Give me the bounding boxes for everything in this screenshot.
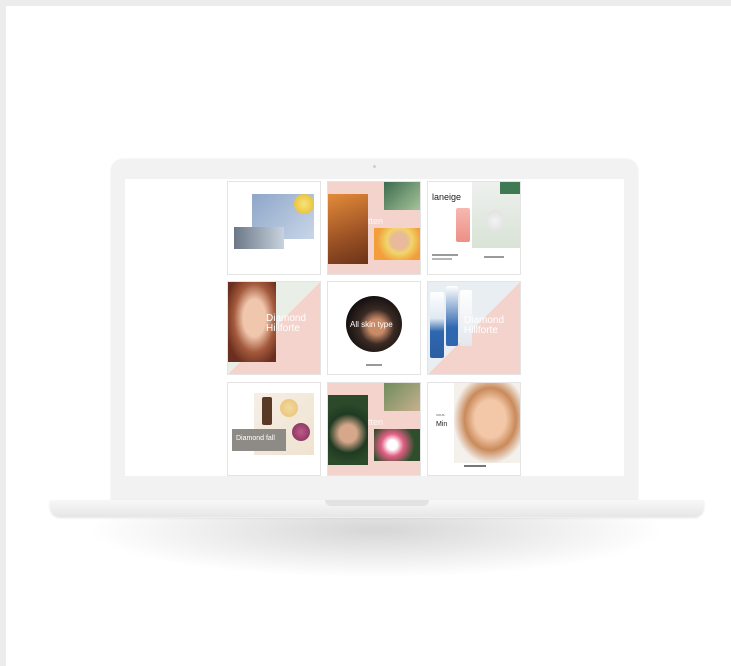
photo-lemon <box>294 194 314 214</box>
product-mockup-scene: tten laneige Diamond Hillforte All skin … <box>6 6 731 666</box>
laptop-screen: tten laneige Diamond Hillforte All skin … <box>125 179 624 476</box>
tile-5-title: All skin type <box>350 320 393 329</box>
photo-face-flowers <box>328 395 368 465</box>
post-tile-3[interactable]: laneige <box>428 182 520 274</box>
camera-dot-icon <box>373 165 376 168</box>
post-tile-1[interactable] <box>228 182 320 274</box>
tile-9-kicker: VOUS <box>436 413 445 417</box>
photo-smiling-woman <box>454 383 520 463</box>
tile-5-copy-line <box>366 364 382 366</box>
post-tile-9[interactable]: VOUS Min <box>428 383 520 475</box>
photo-blossoms <box>374 429 420 461</box>
post-tile-2[interactable]: tten <box>328 182 420 274</box>
tile-7-title: Diamond fall <box>236 435 275 442</box>
tile-6-title: Diamond Hillforte <box>464 315 505 336</box>
photo-dropper-bottle <box>262 397 272 425</box>
instagram-post-grid: tten laneige Diamond Hillforte All skin … <box>228 182 524 476</box>
post-tile-7[interactable]: Diamond fall <box>228 383 320 475</box>
tile-3-copy-line <box>432 254 458 256</box>
tile-9-title: Min <box>436 421 448 428</box>
photo-cream <box>486 210 504 232</box>
photo-bottle-blue <box>430 292 444 358</box>
tile-9-copy-line <box>464 465 486 467</box>
photo-flower-purple <box>292 423 310 441</box>
post-tile-5[interactable]: All skin type <box>328 282 420 374</box>
photo-bottle-pink <box>456 208 470 242</box>
laptop-lid: tten laneige Diamond Hillforte All skin … <box>111 159 638 503</box>
photo-leaf <box>500 182 520 194</box>
laptop-base-notch <box>325 500 429 506</box>
post-tile-6[interactable]: Diamond Hillforte <box>428 282 520 374</box>
photo-face-light <box>328 194 368 264</box>
tile-3-copy-line <box>432 258 452 260</box>
photo-hand <box>234 227 284 249</box>
photo-flower-yellow <box>280 399 298 417</box>
photo-leaves <box>384 182 420 210</box>
laptop-base <box>50 500 704 517</box>
photo-citrus-face <box>374 228 420 260</box>
tile-3-brand: laneige <box>432 192 462 202</box>
post-tile-4[interactable]: Diamond Hillforte <box>228 282 320 374</box>
post-tile-8[interactable]: tten <box>328 383 420 475</box>
photo-bottle-blue <box>446 286 458 346</box>
laptop-shadow <box>86 518 666 578</box>
tile-4-title: Diamond Hillforte <box>266 313 307 334</box>
tile-2-title: tten <box>368 216 384 226</box>
tile-8-title: tten <box>368 417 384 427</box>
photo-hands-leaves <box>384 383 420 411</box>
tile-3-copy-line <box>484 256 504 258</box>
